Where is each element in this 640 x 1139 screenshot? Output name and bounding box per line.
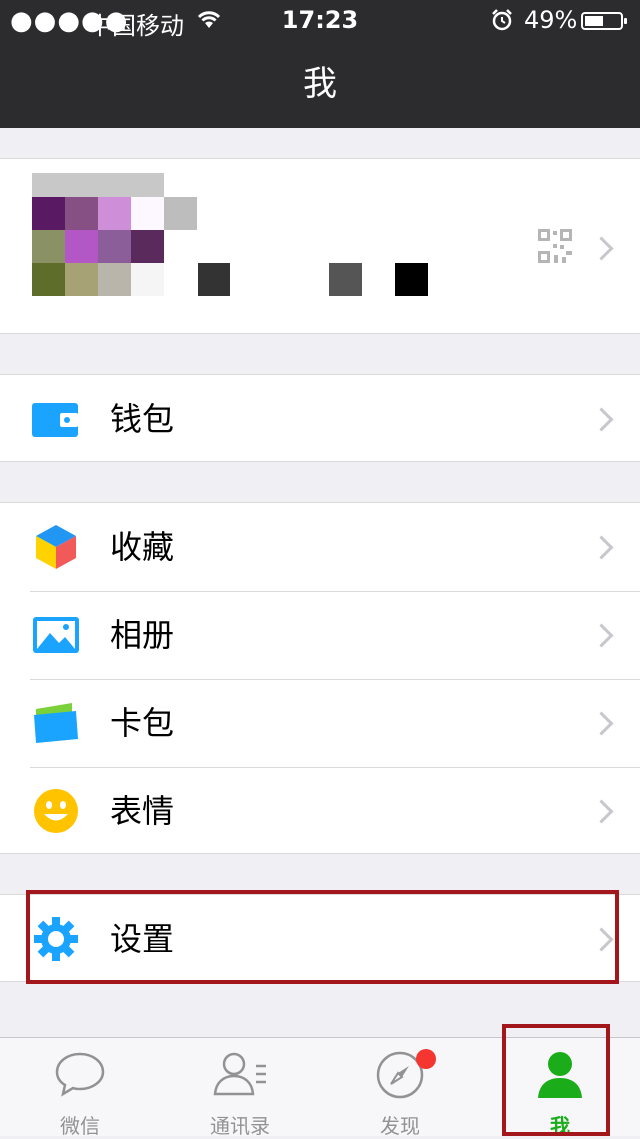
battery-percent: 49% xyxy=(524,6,578,34)
menu-item-label: 钱包 xyxy=(110,400,175,438)
chevron-right-icon xyxy=(589,799,614,824)
menu-item-label: 表情 xyxy=(110,792,175,830)
menu-item-card-package[interactable]: 卡包 xyxy=(0,679,640,767)
menu-item-emoji[interactable]: 表情 xyxy=(0,767,640,855)
tab-label: 微信 xyxy=(60,1114,100,1138)
me-tab-highlight-box xyxy=(502,1024,610,1136)
tab-chats[interactable]: 微信 xyxy=(0,1038,160,1138)
album-icon xyxy=(32,611,80,659)
menu-item-label: 收藏 xyxy=(110,528,175,566)
card-package-icon xyxy=(32,699,80,747)
nav-bar: 我 xyxy=(0,40,640,128)
chevron-right-icon xyxy=(589,407,614,432)
menu-item-label: 相册 xyxy=(110,616,175,654)
wallet-icon xyxy=(32,395,80,443)
favorites-cube-icon xyxy=(32,523,80,571)
contacts-icon xyxy=(212,1050,268,1102)
alarm-icon xyxy=(490,8,514,36)
menu-item-label: 卡包 xyxy=(110,704,175,742)
chevron-right-icon xyxy=(589,535,614,560)
chevron-right-icon xyxy=(589,623,614,648)
media-group: 收藏 相册 卡包 表情 xyxy=(0,502,640,854)
menu-item-wallet[interactable]: 钱包 xyxy=(0,375,640,463)
page-title: 我 xyxy=(303,64,337,104)
tab-label: 通讯录 xyxy=(210,1114,270,1138)
emoji-smile-icon xyxy=(32,787,80,835)
qr-code-icon[interactable] xyxy=(538,229,572,267)
tab-contacts[interactable]: 通讯录 xyxy=(160,1038,320,1138)
menu-item-favorites[interactable]: 收藏 xyxy=(0,503,640,591)
menu-item-album[interactable]: 相册 xyxy=(0,591,640,679)
chevron-right-icon xyxy=(589,711,614,736)
status-bar: ●●●●● 中国移动 17:23 49% xyxy=(0,0,640,40)
notification-badge xyxy=(416,1049,436,1069)
settings-highlight-box xyxy=(26,890,619,984)
profile-card[interactable] xyxy=(0,158,640,334)
chevron-right-icon xyxy=(589,236,614,261)
tab-label: 发现 xyxy=(380,1114,420,1138)
wallet-group: 钱包 xyxy=(0,374,640,462)
chat-bubble-icon xyxy=(54,1050,106,1102)
tab-discover[interactable]: 发现 xyxy=(320,1038,480,1138)
battery-icon xyxy=(581,12,627,30)
